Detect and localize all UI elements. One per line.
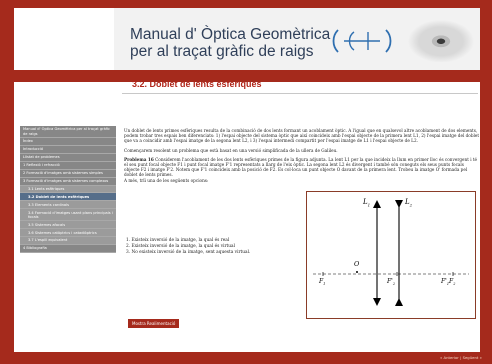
lens-1-top-arrow xyxy=(373,200,381,208)
intro-paragraph: Un doblet de lents primes esfèriques res… xyxy=(124,128,480,144)
sidebar-item-2[interactable]: Introducció xyxy=(20,146,116,154)
banner: Manual d' Òptica Geomètrica per al traça… xyxy=(114,8,480,70)
f2-label: F'2 xyxy=(387,278,396,287)
f1p-f2-label: F'1F2 xyxy=(441,278,456,287)
sidebar-item-6[interactable]: 3 Formació d'imatges amb sistemes comple… xyxy=(20,177,116,186)
sidebar-item-1[interactable]: Índex xyxy=(20,138,116,147)
lens-figure: L1 L2 O F1 F'2 F'1F2 xyxy=(306,191,476,319)
sidebar-item-12[interactable]: 3.6 Sistemes catòptrics i catadiòptrics xyxy=(20,229,116,238)
title-divider xyxy=(122,93,478,94)
problem-paragraph: Problema 16 Considerem l'acoblament de l… xyxy=(124,157,480,183)
sidebar-nav: Manual d' Òptica Geomètrica per al traça… xyxy=(20,126,116,253)
banner-title-line1: Manual d' Òptica Geomètrica xyxy=(130,26,331,43)
banner-title: Manual d' Òptica Geomètrica per al traça… xyxy=(130,26,330,60)
sidebar-item-4[interactable]: 1 Reflexió i refracció xyxy=(20,161,116,170)
sidebar-item-10[interactable]: 3.4 Formació d'imatges usant plans princ… xyxy=(20,209,116,222)
problem-text: Considerem l'acoblament de les dos lents… xyxy=(124,156,478,178)
sidebar-item-11[interactable]: 3.5 Sistemes afocals xyxy=(20,221,116,230)
lens-2-bottom-arrow xyxy=(395,298,403,306)
sidebar-item-8[interactable]: 3.2 Doblet de lents esfèriques xyxy=(20,193,116,202)
problem-question: A més, trïi una de les següents opcions: xyxy=(124,177,209,183)
lens-1-label: L1 xyxy=(363,198,371,208)
lens-logo-icon xyxy=(332,28,392,58)
lens-1-bottom-arrow xyxy=(373,298,381,306)
pager: « Anterior | Següent » xyxy=(440,355,482,360)
sidebar-item-5[interactable]: 2 Formació d'imatges amb sistemes simple… xyxy=(20,169,116,178)
sidebar-item-7[interactable]: 3.1 Lents esfèriques xyxy=(20,185,116,194)
show-feedback-button[interactable]: Mostra Realimentació xyxy=(128,319,180,328)
sidebar-item-3[interactable]: Llistat de problemes xyxy=(20,153,116,162)
sidebar-item-13[interactable]: 3.7 L'espill equivalent xyxy=(20,237,116,246)
lens-2-label: L2 xyxy=(405,198,413,208)
options-list: 1. Existeix inversió de la imatge, la qu… xyxy=(126,238,250,256)
sidebar-item-14[interactable]: 4 Bibliografia xyxy=(20,245,116,253)
previous-link[interactable]: « Anterior xyxy=(440,355,459,360)
lens-2-top-arrow xyxy=(395,200,403,208)
banner-title-line2: per al traçat gràfic de raigs xyxy=(130,43,314,60)
left-top-block xyxy=(14,8,114,70)
main-content: Un doblet de lents primes esfèriques res… xyxy=(124,128,480,187)
sidebar-item-9[interactable]: 3.3 Elements cardinals xyxy=(20,201,116,210)
object-label: O xyxy=(354,260,360,268)
object-point xyxy=(356,271,358,273)
sidebar-item-0[interactable]: Manual d' Òptica Geomètrica per al traça… xyxy=(20,126,116,139)
eye-image xyxy=(402,16,480,62)
f1-label: F1 xyxy=(319,278,326,287)
left-red-strip xyxy=(14,70,114,82)
next-link[interactable]: Següent » xyxy=(463,355,482,360)
option-3[interactable]: 3. No existeix inversió de la imatge, se… xyxy=(126,250,250,256)
intro-paragraph-2: Començarem resolent un problema que està… xyxy=(124,147,338,153)
page-title: 3.2. Doblet de lents esfèriques xyxy=(132,79,262,89)
